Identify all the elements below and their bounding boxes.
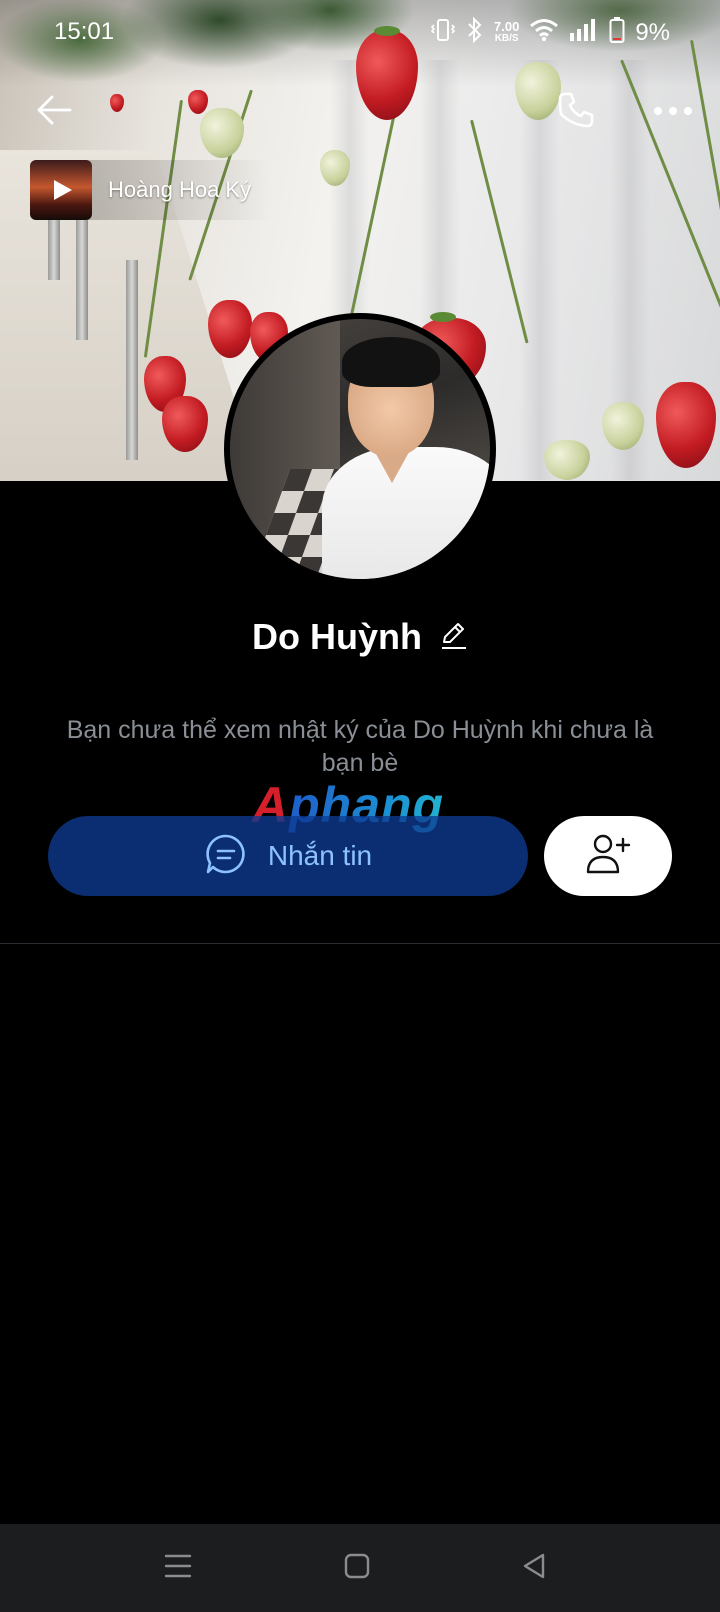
battery-percent: 9% [635, 18, 670, 46]
arrow-left-icon [36, 95, 72, 130]
wifi-icon [529, 18, 559, 47]
play-icon [54, 180, 72, 200]
message-label: Nhắn tin [267, 840, 373, 871]
avatar[interactable] [224, 313, 496, 585]
privacy-notice: Bạn chưa thể xem nhật ký của Do Huỳnh kh… [66, 716, 654, 777]
music-cover [30, 160, 92, 220]
profile-name-row: Do Huỳnh [0, 616, 720, 658]
chat-bubble-icon [204, 832, 248, 881]
more-horizontal-icon [653, 103, 693, 121]
pencil-icon[interactable] [440, 620, 468, 655]
menu-icon [164, 1553, 192, 1584]
divider [0, 943, 720, 944]
back-triangle-icon [521, 1552, 547, 1585]
home-square-icon [344, 1553, 370, 1584]
call-button[interactable] [550, 88, 602, 136]
nav-home-button[interactable] [327, 1544, 387, 1592]
vibrate-icon [430, 17, 456, 48]
profile-music[interactable]: Hoàng Hoa Ký [30, 160, 272, 220]
back-button[interactable] [30, 88, 78, 136]
more-button[interactable] [648, 92, 698, 132]
phone-icon [556, 90, 596, 135]
battery-icon [609, 16, 625, 49]
status-time: 15:01 [54, 18, 115, 45]
network-speed: 7.00 KB/S [494, 18, 520, 44]
system-nav-bar [0, 1524, 720, 1612]
signal-icon [569, 18, 599, 47]
add-user-icon [585, 833, 631, 880]
nav-menu-button[interactable] [148, 1544, 208, 1592]
profile-name: Do Huỳnh [252, 616, 422, 657]
message-button[interactable]: Nhắn tin [48, 816, 528, 896]
add-friend-button[interactable] [544, 816, 672, 896]
music-title: Hoàng Hoa Ký [108, 177, 252, 202]
status-bar: 15:01 7.00 KB/S 9% [0, 0, 720, 66]
bluetooth-icon [466, 16, 484, 48]
nav-back-button[interactable] [504, 1544, 564, 1592]
